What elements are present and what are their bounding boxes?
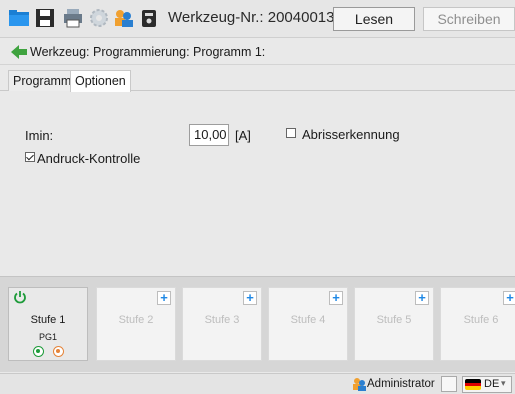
stage-label: Stufe 2 bbox=[118, 314, 154, 326]
tool-number-title: Werkzeug-Nr.: 20040013 bbox=[168, 9, 335, 26]
imin-unit: [A] bbox=[235, 128, 251, 143]
abrisserkennung-checkbox[interactable] bbox=[286, 128, 296, 138]
stage-program-label: PG1 bbox=[38, 332, 57, 342]
gear-icon[interactable] bbox=[88, 7, 110, 29]
stage-bar: Stufe 1 PG1 + Stufe 2 + Stufe 3 + Stufe … bbox=[0, 276, 515, 372]
write-button[interactable]: Schreiben bbox=[423, 7, 515, 31]
stage-6[interactable]: + Stufe 6 bbox=[440, 287, 515, 361]
german-flag-icon bbox=[465, 379, 481, 390]
keyboard-icon[interactable] bbox=[441, 376, 457, 392]
add-stage-icon[interactable]: + bbox=[329, 291, 343, 305]
read-button[interactable]: Lesen bbox=[333, 7, 415, 31]
user-management-icon[interactable] bbox=[112, 7, 134, 29]
options-panel: Imin: 10,00 [A] Abrisserkennung Andruck-… bbox=[8, 92, 515, 272]
add-stage-icon[interactable]: + bbox=[157, 291, 171, 305]
stage-5[interactable]: + Stufe 5 bbox=[354, 287, 434, 361]
power-icon[interactable] bbox=[13, 290, 27, 304]
user-name: Administrator bbox=[367, 378, 435, 390]
stage-label: Stufe 5 bbox=[376, 314, 412, 326]
andruck-kontrolle-checkbox[interactable] bbox=[25, 152, 35, 162]
open-folder-icon[interactable] bbox=[8, 7, 30, 29]
printer-icon[interactable] bbox=[62, 7, 84, 29]
add-stage-icon[interactable]: + bbox=[243, 291, 257, 305]
stage-label: Stufe 4 bbox=[290, 314, 326, 326]
breadcrumb-text: Werkzeug: Programmierung: Programm 1: bbox=[30, 45, 266, 59]
stage-3[interactable]: + Stufe 3 bbox=[182, 287, 262, 361]
stage-4[interactable]: + Stufe 4 bbox=[268, 287, 348, 361]
chevron-down-icon: ▾ bbox=[501, 378, 506, 388]
tab-bar: Programm Optionen bbox=[0, 70, 515, 92]
status-bar: Administrator DE ▾ bbox=[0, 373, 515, 394]
breadcrumb: Werkzeug: Programmierung: Programm 1: bbox=[0, 39, 515, 65]
green-status-icon[interactable] bbox=[33, 346, 44, 357]
language-code: DE bbox=[484, 378, 500, 390]
back-arrow-icon[interactable] bbox=[10, 43, 28, 61]
stage-1[interactable]: Stufe 1 PG1 bbox=[8, 287, 88, 361]
add-stage-icon[interactable]: + bbox=[503, 291, 515, 305]
stage-label: Stufe 6 bbox=[463, 314, 499, 326]
andruck-kontrolle-label: Andruck-Kontrolle bbox=[37, 151, 141, 166]
stage-label: Stufe 3 bbox=[204, 314, 240, 326]
imin-input[interactable]: 10,00 bbox=[189, 124, 229, 146]
toolbar: Werkzeug-Nr.: 20040013 Lesen Schreiben bbox=[0, 0, 515, 38]
save-icon[interactable] bbox=[34, 7, 56, 29]
stage-2[interactable]: + Stufe 2 bbox=[96, 287, 176, 361]
orange-status-icon[interactable] bbox=[53, 346, 64, 357]
tab-optionen[interactable]: Optionen bbox=[70, 70, 131, 92]
device-icon[interactable] bbox=[138, 7, 160, 29]
language-select[interactable]: DE ▾ bbox=[462, 376, 512, 393]
abrisserkennung-label: Abrisserkennung bbox=[302, 127, 400, 142]
stage-label: Stufe 1 bbox=[30, 314, 66, 326]
user-icon bbox=[352, 377, 366, 391]
imin-label: Imin: bbox=[25, 128, 54, 143]
add-stage-icon[interactable]: + bbox=[415, 291, 429, 305]
tab-programm[interactable]: Programm bbox=[8, 70, 77, 91]
